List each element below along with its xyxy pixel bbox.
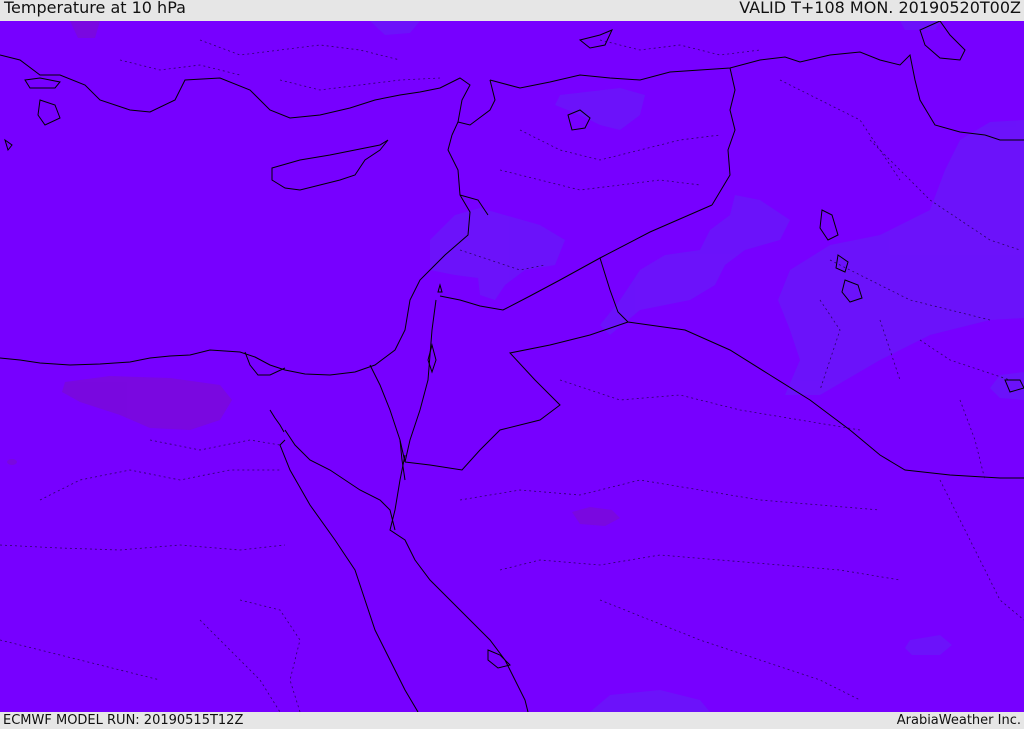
weather-map[interactable]: [0, 21, 1024, 712]
cool-patch-kazakh: [900, 21, 940, 30]
header-bar: Temperature at 10 hPa VALID T+108 MON. 2…: [0, 0, 1024, 21]
footer-bar: ECMWF MODEL RUN: 20190515T12Z ArabiaWeat…: [0, 712, 1024, 729]
map-canvas: [0, 21, 1024, 712]
credit-label: ArabiaWeather Inc.: [896, 713, 1021, 728]
valid-time: VALID T+108 MON. 20190520T00Z: [739, 0, 1021, 17]
temperature-field: [0, 21, 1024, 712]
warm-patch-egypt-dot: [7, 459, 17, 465]
model-run-label: ECMWF MODEL RUN: 20190515T12Z: [3, 713, 244, 728]
map-title: Temperature at 10 hPa: [4, 0, 186, 17]
